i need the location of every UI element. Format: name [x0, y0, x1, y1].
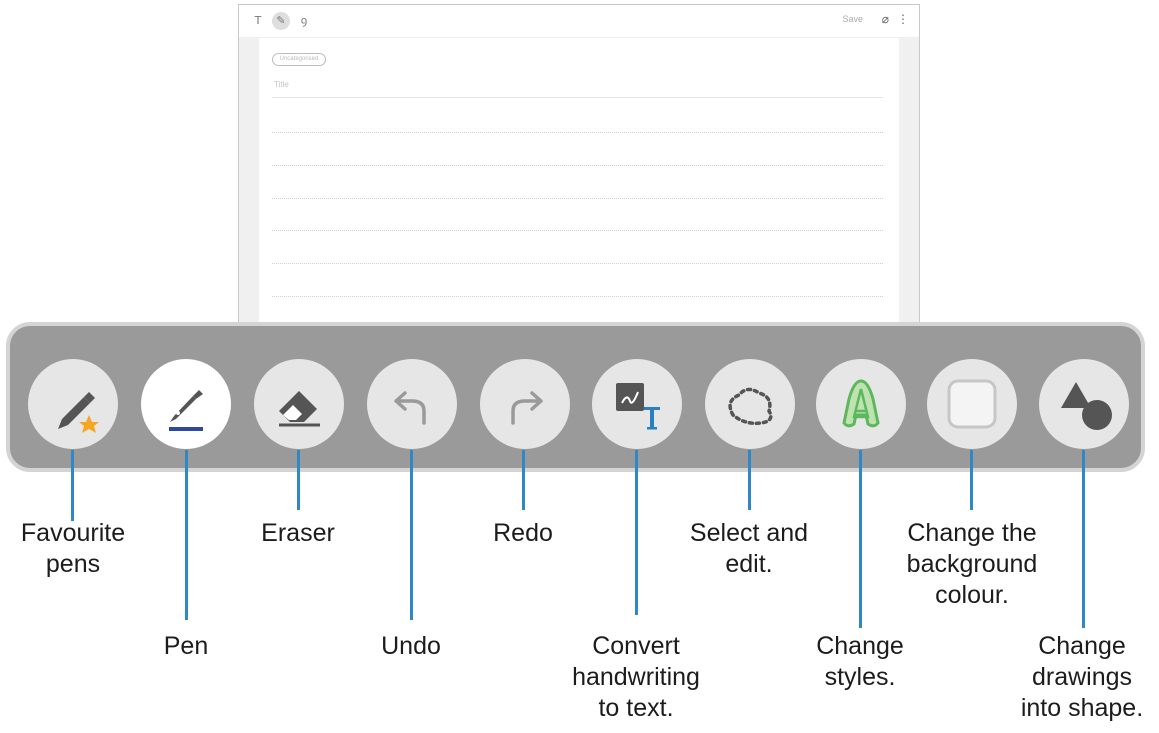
- ruled-line: [272, 296, 883, 297]
- pen-mode-icon[interactable]: ✎: [272, 12, 290, 30]
- undo-button[interactable]: [367, 359, 457, 449]
- ruled-line: [272, 165, 883, 166]
- triangle-circle-shape-icon: [1061, 382, 1112, 430]
- label-favourite-pens: Favourite pens: [20, 519, 126, 578]
- leader-line: [410, 450, 413, 620]
- convert-handwriting-button[interactable]: [592, 359, 682, 449]
- leader-line: [970, 450, 973, 510]
- label-undo: Undo: [381, 632, 441, 660]
- label-change-shape: Change drawings into shape.: [1020, 632, 1144, 722]
- eraser-button[interactable]: [254, 359, 344, 449]
- save-button[interactable]: Save: [842, 14, 863, 24]
- title-divider: [272, 97, 883, 98]
- label-change-styles: Change styles.: [816, 632, 904, 691]
- label-pen: Pen: [163, 632, 209, 660]
- handwriting-to-text-icon: [616, 383, 660, 430]
- change-styles-button[interactable]: [816, 359, 906, 449]
- label-select-edit: Select and edit.: [689, 519, 809, 578]
- text-mode-icon[interactable]: T: [249, 12, 267, 30]
- fountain-pen-icon: [169, 390, 203, 431]
- outlined-letter-a-icon: [842, 379, 880, 428]
- leader-line: [859, 450, 862, 628]
- leader-line: [522, 450, 525, 510]
- redo-arrow-icon: [511, 391, 543, 425]
- paperclip-icon[interactable]: ⌀: [882, 12, 889, 26]
- ruled-line: [272, 230, 883, 231]
- favourite-pens-button[interactable]: [28, 359, 118, 449]
- lasso-select-icon: [728, 387, 773, 426]
- title-input[interactable]: Title: [274, 80, 289, 89]
- brush-mode-icon[interactable]: ꝯ: [295, 12, 313, 30]
- change-shape-button[interactable]: [1039, 359, 1129, 449]
- note-window: T ✎ ꝯ Save ⌀ ⋮ Uncategorised Title: [238, 4, 920, 334]
- category-button[interactable]: Uncategorised: [272, 53, 326, 66]
- right-margin: [899, 38, 919, 333]
- leader-line: [635, 450, 638, 615]
- more-vertical-icon[interactable]: ⋮: [897, 12, 909, 26]
- rounded-square-icon: [947, 379, 997, 429]
- left-margin: [239, 38, 259, 333]
- pen-button[interactable]: [141, 359, 231, 449]
- pen-star-icon: [58, 392, 99, 433]
- label-change-background: Change the background colour.: [906, 519, 1038, 609]
- redo-button[interactable]: [480, 359, 570, 449]
- leader-line: [71, 450, 74, 521]
- ruled-line: [272, 198, 883, 199]
- eraser-icon: [279, 391, 320, 427]
- change-background-button[interactable]: [927, 359, 1017, 449]
- ruled-line: [272, 132, 883, 133]
- label-eraser: Eraser: [261, 519, 335, 547]
- undo-arrow-icon: [394, 391, 426, 425]
- note-topbar: T ✎ ꝯ Save ⌀ ⋮: [239, 5, 919, 38]
- leader-line: [1082, 450, 1085, 628]
- label-redo: Redo: [493, 519, 553, 547]
- leader-line: [297, 450, 300, 510]
- label-convert: Convert handwriting to text.: [572, 632, 700, 722]
- select-edit-button[interactable]: [705, 359, 795, 449]
- leader-line: [185, 450, 188, 620]
- leader-line: [748, 450, 751, 510]
- ruled-line: [272, 263, 883, 264]
